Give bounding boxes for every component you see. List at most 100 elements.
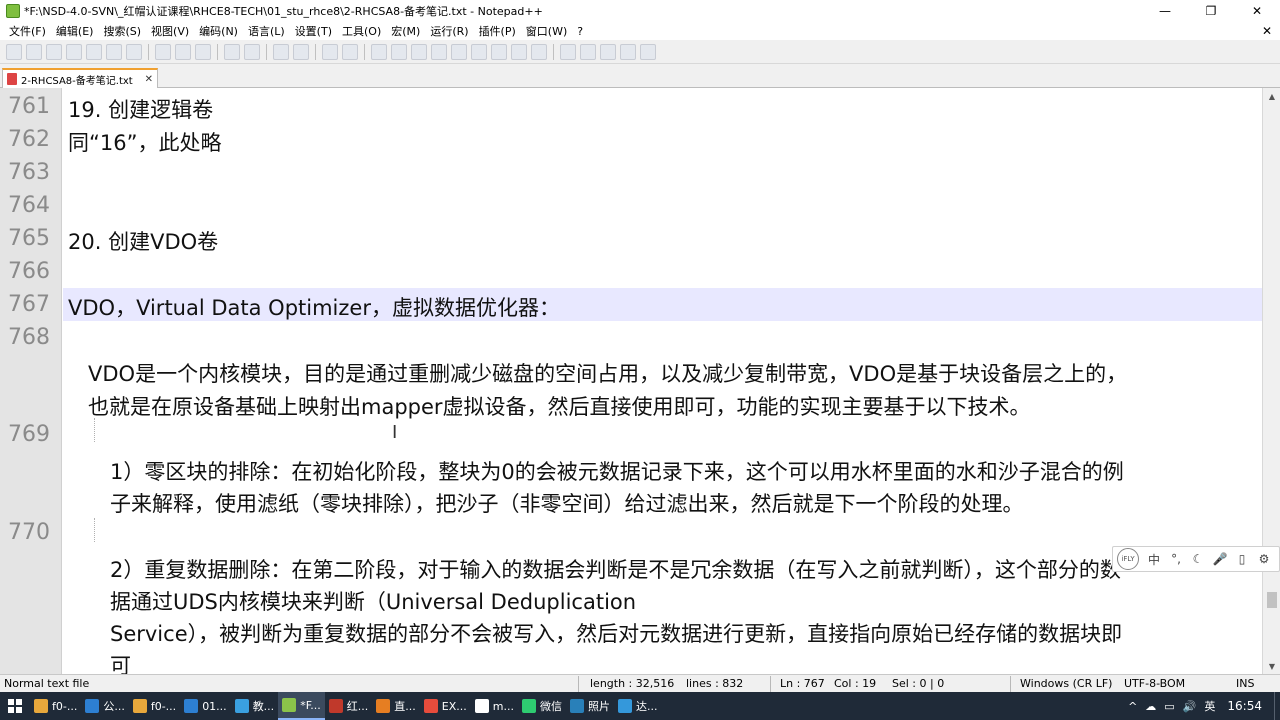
close-document-icon[interactable]: ✕ [1262, 24, 1272, 38]
cloud-icon[interactable]: ☁ [1145, 700, 1156, 713]
menu-item[interactable]: 语言(L) [243, 23, 290, 39]
sync-h-icon[interactable] [391, 43, 407, 60]
menu-item[interactable]: 宏(M) [386, 23, 425, 39]
print-icon[interactable] [126, 43, 142, 60]
save-macro-icon[interactable] [640, 43, 656, 60]
scroll-up-icon[interactable]: ▲ [1263, 88, 1280, 104]
line-number: 762 [8, 127, 50, 152]
doc-map-icon[interactable] [491, 43, 507, 60]
record-macro-icon[interactable] [560, 43, 576, 60]
scroll-down-icon[interactable]: ▼ [1263, 658, 1280, 674]
tab-document[interactable]: 2-RHCSA8-备考笔记.txt ✕ [2, 68, 158, 88]
input-language-icon[interactable]: 英 [1204, 698, 1215, 714]
menu-item[interactable]: 视图(V) [146, 23, 194, 39]
ifly-logo-icon[interactable]: iFLY [1117, 548, 1139, 570]
taskbar-item[interactable]: f0-... [129, 692, 180, 720]
word-wrap-icon[interactable] [411, 43, 427, 60]
status-length: length : 32,516 [590, 677, 675, 690]
taskbar-item-label: 直... [394, 700, 416, 713]
text-line: 19. 创建逻辑卷 [68, 98, 214, 122]
menu-item[interactable]: 搜索(S) [98, 23, 146, 39]
show-desktop-button[interactable] [1274, 692, 1280, 720]
taskbar-item[interactable]: f0-... [30, 692, 81, 720]
tab-label: 2-RHCSA8-备考笔记.txt [21, 75, 133, 87]
ime-punctuation-icon[interactable]: °, [1167, 549, 1185, 569]
taskbar-item[interactable]: 直... [372, 692, 420, 720]
run-macro-icon[interactable] [620, 43, 636, 60]
ime-voice-icon[interactable]: 🎤 [1211, 549, 1229, 569]
ime-keyboard-icon[interactable]: ▯ [1233, 549, 1251, 569]
vertical-scrollbar[interactable]: ▲ ▼ [1262, 88, 1280, 674]
new-file-icon[interactable] [6, 43, 22, 60]
taskbar-item-label: 红... [346, 700, 369, 713]
taskbar-item[interactable]: 教... [231, 692, 279, 720]
menu-item[interactable]: 工具(O) [337, 23, 386, 39]
taskbar-item[interactable]: m... [471, 692, 518, 720]
zoom-in-icon[interactable] [322, 43, 338, 60]
indent-guide-icon[interactable] [451, 43, 467, 60]
taskbar-item[interactable]: 01... [180, 692, 231, 720]
status-eol[interactable]: Windows (CR LF) [1020, 677, 1112, 690]
taskbar-item[interactable]: 微信 [518, 692, 566, 720]
editor-area[interactable]: 761 762 763 764 765 766 767 768 769 770 … [0, 88, 1262, 674]
text-line-wrapped: 可 [110, 654, 131, 674]
title-bar: *F:\NSD-4.0-SVN\_红帽认证课程\RHCE8-TECH\01_st… [0, 0, 1280, 22]
menu-item[interactable]: 文件(F) [4, 23, 51, 39]
taskbar-item[interactable]: 照片 [566, 692, 614, 720]
menu-item[interactable]: 编码(N) [194, 23, 243, 39]
replace-icon[interactable] [293, 43, 309, 60]
menu-item[interactable]: 窗口(W) [521, 23, 572, 39]
close-window-button[interactable]: ✕ [1234, 0, 1280, 22]
clock[interactable]: 16:54 [1227, 699, 1262, 713]
minimize-button[interactable]: — [1142, 0, 1188, 22]
taskbar-app-icon [521, 699, 536, 713]
taskbar-item[interactable]: 红... [325, 692, 373, 720]
all-chars-icon[interactable] [431, 43, 447, 60]
scroll-thumb[interactable] [1267, 592, 1277, 608]
battery-icon[interactable]: ▭ [1164, 700, 1174, 713]
copy-icon[interactable] [175, 43, 191, 60]
text-line: VDO，Virtual Data Optimizer，虚拟数据优化器： [68, 296, 560, 320]
windows-logo-icon [8, 699, 22, 713]
udl-icon[interactable] [471, 43, 487, 60]
menu-item[interactable]: 插件(P) [474, 23, 521, 39]
restore-button[interactable]: ❐ [1188, 0, 1234, 22]
play-macro-icon[interactable] [600, 43, 616, 60]
open-file-icon[interactable] [26, 43, 42, 60]
save-icon[interactable] [46, 43, 62, 60]
close-all-icon[interactable] [106, 43, 122, 60]
ime-settings-icon[interactable]: ⚙ [1255, 549, 1273, 569]
zoom-out-icon[interactable] [342, 43, 358, 60]
redo-icon[interactable] [244, 43, 260, 60]
taskbar-item-label: f0-... [52, 699, 78, 713]
close-icon[interactable] [86, 43, 102, 60]
taskbar-app-icon [328, 699, 343, 713]
taskbar-item-label: 达... [635, 700, 658, 713]
paste-icon[interactable] [195, 43, 211, 60]
taskbar-item[interactable]: 公... [81, 692, 129, 720]
undo-icon[interactable] [224, 43, 240, 60]
menu-item[interactable]: 运行(R) [425, 23, 473, 39]
menu-item[interactable]: ? [572, 25, 588, 38]
window-title: *F:\NSD-4.0-SVN\_红帽认证课程\RHCE8-TECH\01_st… [24, 5, 543, 18]
stop-macro-icon[interactable] [580, 43, 596, 60]
menu-item[interactable]: 设置(T) [290, 23, 337, 39]
folder-workspace-icon[interactable] [531, 43, 547, 60]
menu-item[interactable]: 编辑(E) [51, 23, 99, 39]
function-list-icon[interactable] [511, 43, 527, 60]
taskbar-item[interactable]: 达... [614, 692, 662, 720]
find-icon[interactable] [273, 43, 289, 60]
status-encoding[interactable]: UTF-8-BOM [1124, 677, 1185, 690]
ime-chinese-mode-icon[interactable]: 中 [1145, 549, 1163, 569]
tray-overflow-icon[interactable]: ^ [1128, 700, 1137, 713]
taskbar-item[interactable]: EX... [420, 692, 471, 720]
status-insert-mode[interactable]: INS [1236, 677, 1254, 690]
taskbar-item[interactable]: *F... [278, 692, 325, 720]
save-all-icon[interactable] [66, 43, 82, 60]
tab-close-icon[interactable]: ✕ [145, 74, 153, 85]
ime-moon-icon[interactable]: ☾ [1189, 549, 1207, 569]
volume-icon[interactable]: 🔊 [1183, 700, 1197, 713]
cut-icon[interactable] [155, 43, 171, 60]
sync-v-icon[interactable] [371, 43, 387, 60]
start-button[interactable] [0, 692, 30, 720]
